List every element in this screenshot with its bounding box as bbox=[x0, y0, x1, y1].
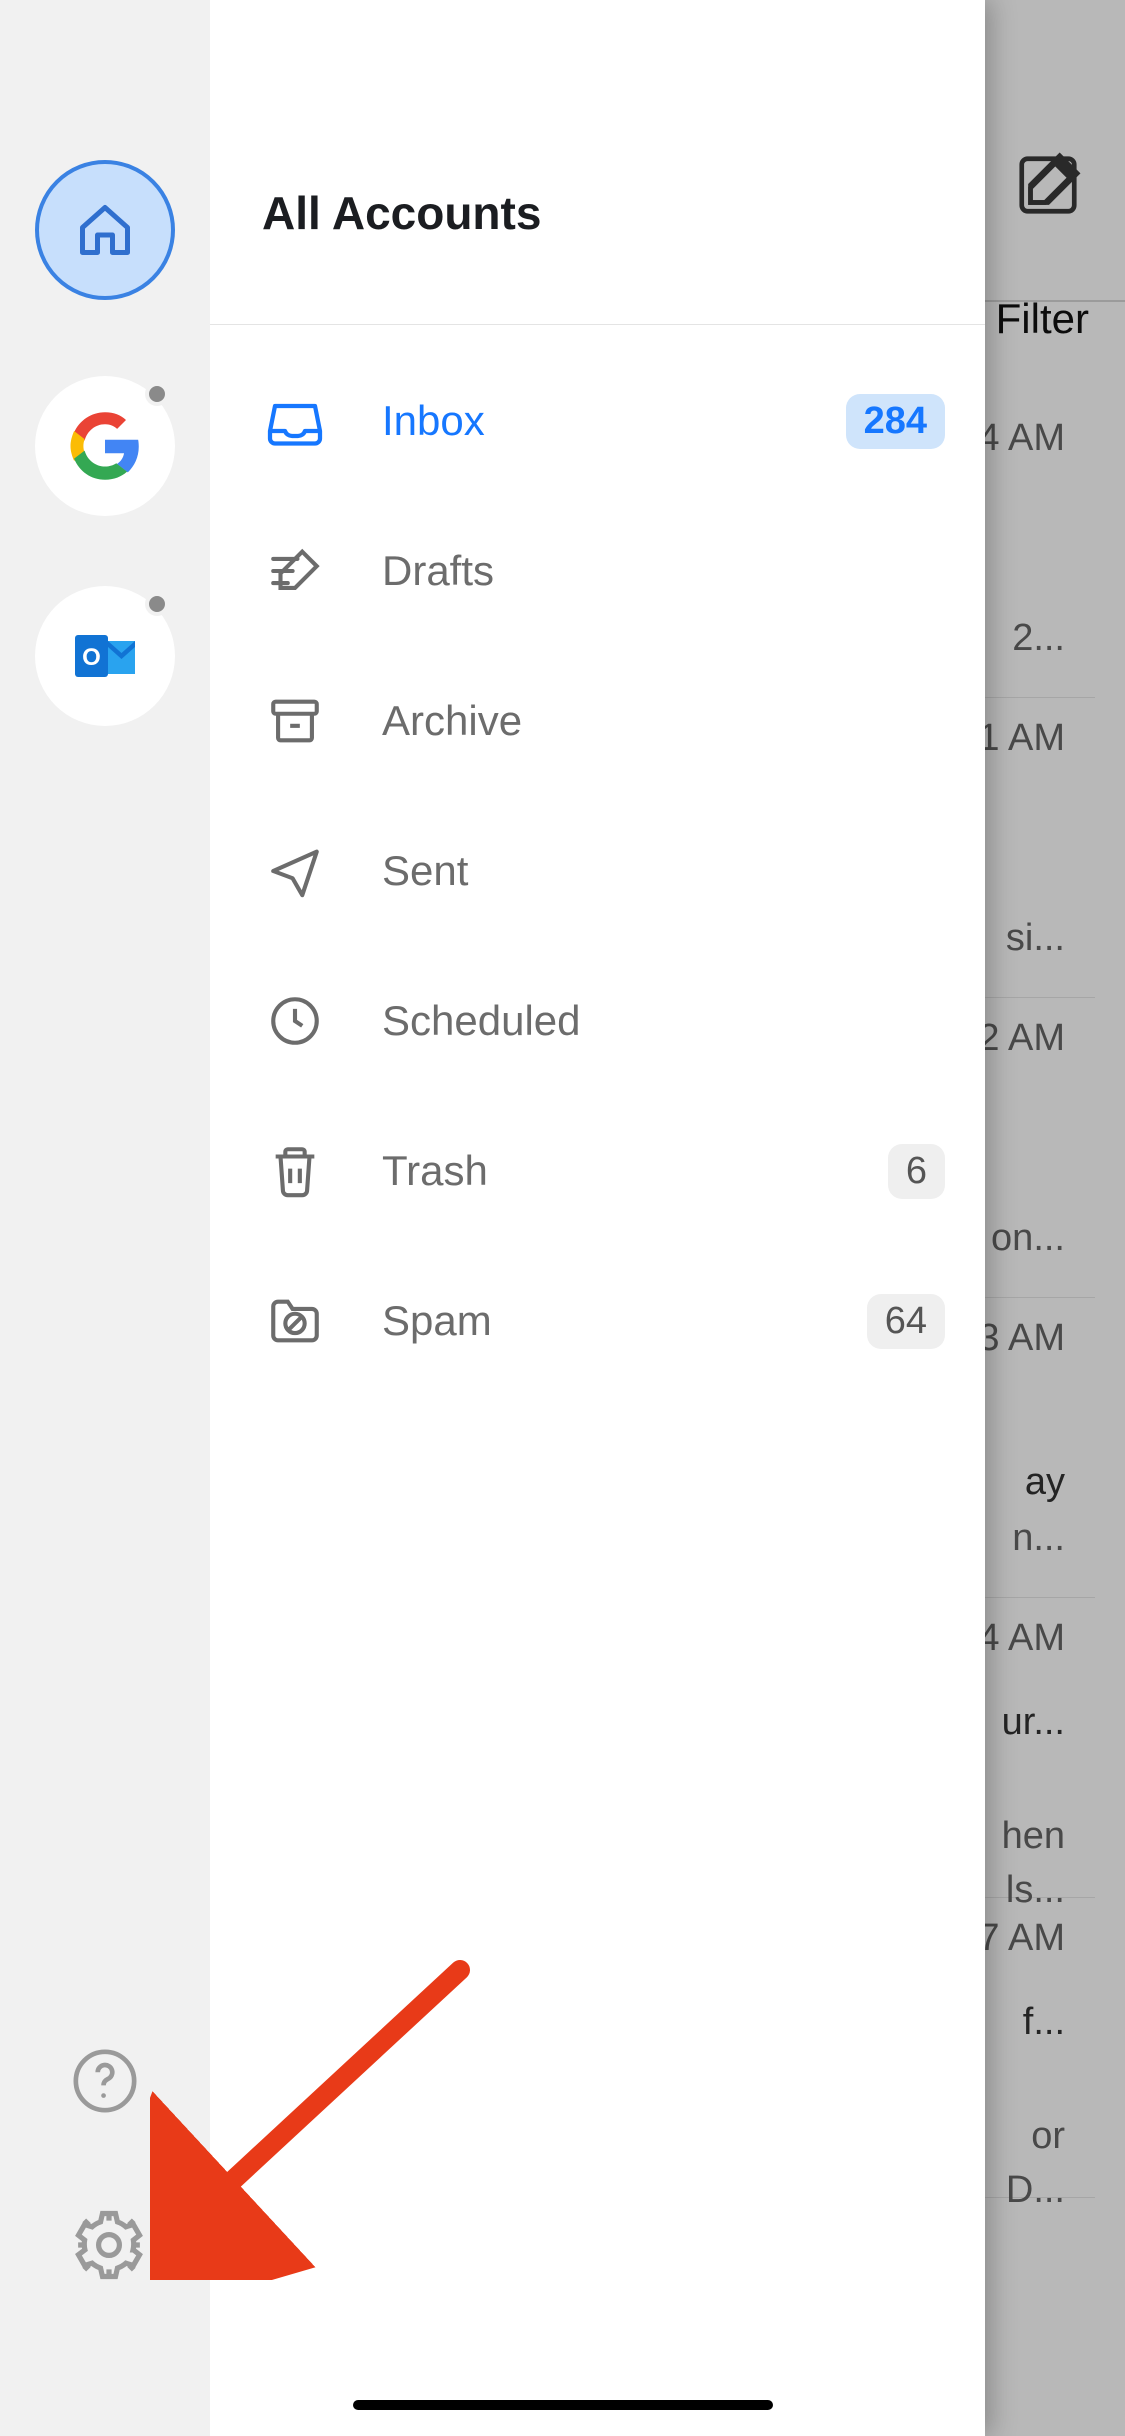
folder-label: Inbox bbox=[382, 397, 846, 445]
folder-label: Trash bbox=[382, 1147, 888, 1195]
folder-label: Scheduled bbox=[382, 997, 945, 1045]
inbox-icon bbox=[265, 391, 325, 451]
status-dot bbox=[145, 382, 169, 406]
folder-panel: All Accounts Inbox 284 bbox=[210, 0, 985, 2436]
divider bbox=[210, 324, 985, 325]
status-dot bbox=[145, 592, 169, 616]
sent-icon bbox=[266, 842, 324, 900]
folder-list: Inbox 284 Drafts bbox=[210, 346, 985, 1396]
account-rail: O bbox=[0, 0, 210, 2436]
clock-icon bbox=[266, 992, 324, 1050]
folder-count-badge: 284 bbox=[846, 394, 945, 449]
folder-sent[interactable]: Sent bbox=[210, 796, 985, 946]
home-indicator[interactable] bbox=[353, 2400, 773, 2410]
help-button[interactable] bbox=[70, 2046, 140, 2116]
drafts-icon bbox=[266, 542, 324, 600]
trash-icon bbox=[266, 1142, 324, 1200]
settings-button[interactable] bbox=[70, 2206, 140, 2276]
folder-label: Drafts bbox=[382, 547, 945, 595]
svg-text:O: O bbox=[82, 644, 101, 671]
folder-count-badge: 64 bbox=[867, 1294, 945, 1349]
spam-icon bbox=[266, 1292, 324, 1350]
folder-label: Archive bbox=[382, 697, 945, 745]
folder-drafts[interactable]: Drafts bbox=[210, 496, 985, 646]
folder-archive[interactable]: Archive bbox=[210, 646, 985, 796]
gear-icon bbox=[70, 2206, 148, 2284]
folder-count-badge: 6 bbox=[888, 1144, 945, 1199]
archive-icon bbox=[266, 692, 324, 750]
folder-inbox[interactable]: Inbox 284 bbox=[210, 346, 985, 496]
google-logo-icon bbox=[69, 410, 141, 482]
home-icon bbox=[75, 200, 135, 260]
panel-title: All Accounts bbox=[262, 186, 541, 240]
folder-spam[interactable]: Spam 64 bbox=[210, 1246, 985, 1396]
help-icon bbox=[70, 2046, 140, 2116]
folder-label: Sent bbox=[382, 847, 945, 895]
folder-trash[interactable]: Trash 6 bbox=[210, 1096, 985, 1246]
account-google-button[interactable] bbox=[35, 376, 175, 516]
account-home-button[interactable] bbox=[35, 160, 175, 300]
account-outlook-button[interactable]: O bbox=[35, 586, 175, 726]
folder-scheduled[interactable]: Scheduled bbox=[210, 946, 985, 1096]
folder-label: Spam bbox=[382, 1297, 867, 1345]
outlook-logo-icon: O bbox=[69, 620, 141, 692]
navigation-drawer: O bbox=[0, 0, 985, 2436]
